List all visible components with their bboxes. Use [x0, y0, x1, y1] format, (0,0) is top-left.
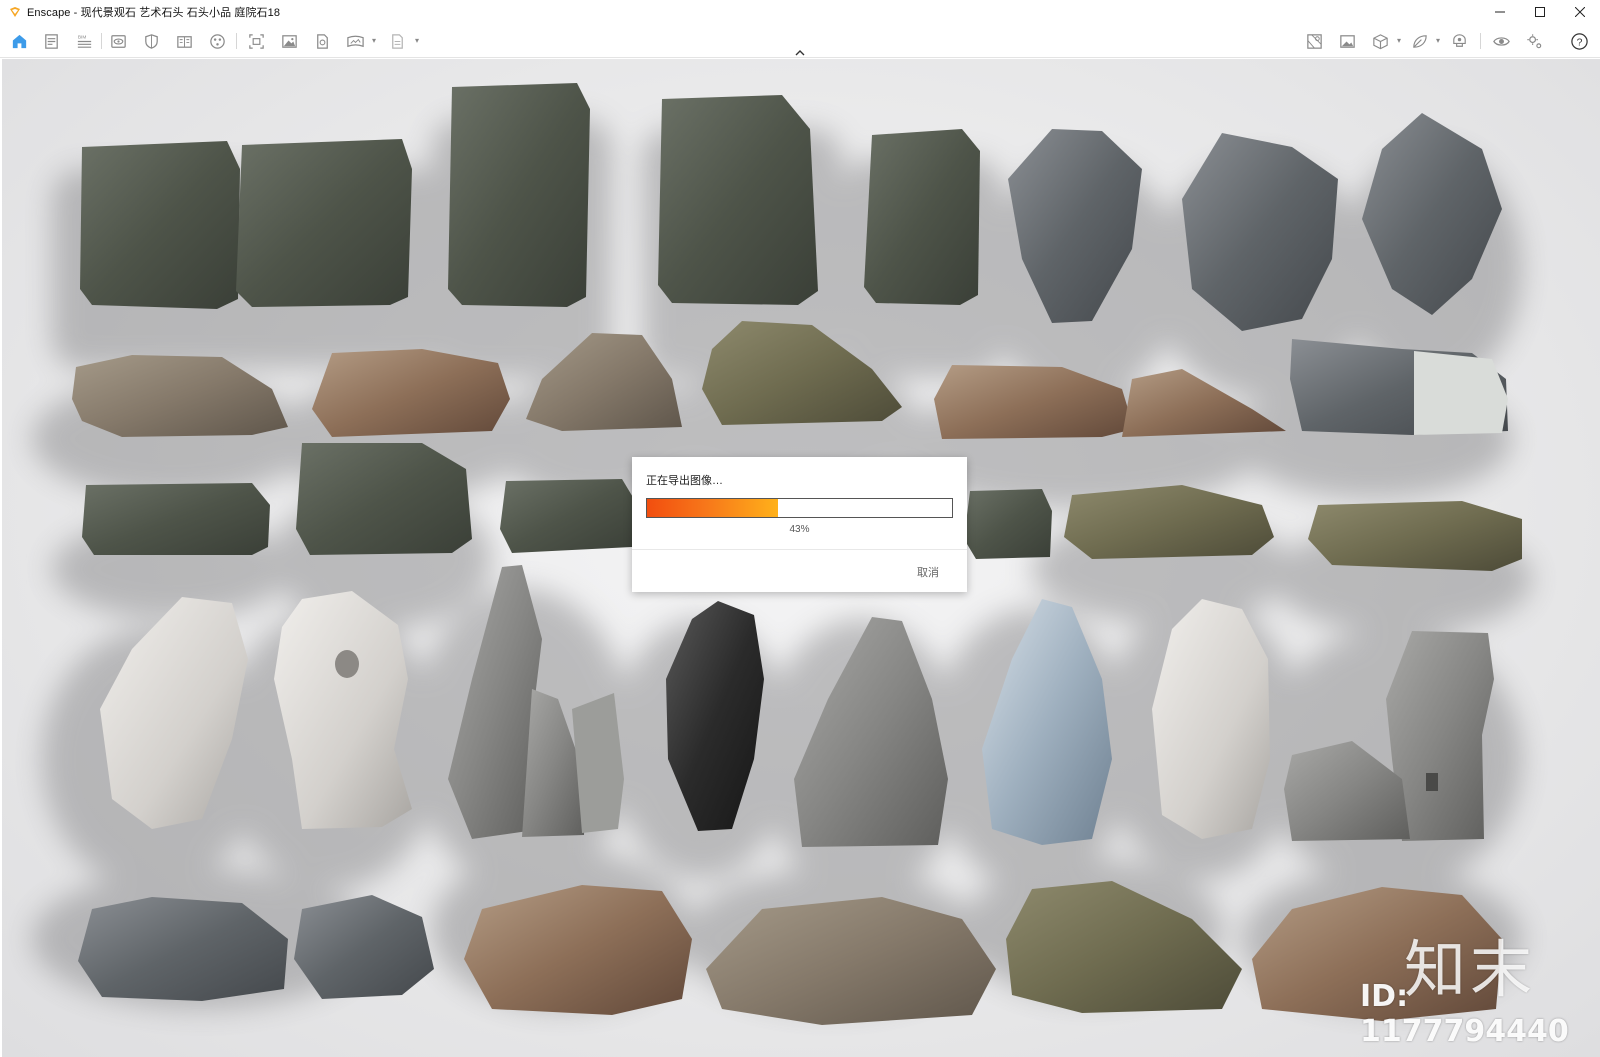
eye-view-icon[interactable]	[107, 31, 129, 51]
screenshot-icon[interactable]	[245, 31, 267, 51]
maximize-button[interactable]	[1520, 0, 1560, 24]
cube-icon[interactable]	[1369, 31, 1391, 51]
map-icon[interactable]	[1303, 31, 1325, 51]
panorama-icon[interactable]	[344, 31, 366, 51]
enscape-logo-icon	[9, 6, 21, 18]
title-bar: Enscape - 现代景观石 艺术石头 石头小品 庭院石18	[0, 0, 1600, 24]
progress-bar	[646, 498, 953, 518]
file-export-icon[interactable]	[311, 31, 333, 51]
cancel-button[interactable]: 取消	[917, 564, 939, 580]
chevron-down-icon[interactable]: ▾	[370, 35, 378, 45]
export-progress-dialog: 正在导出图像… 43% 取消	[632, 457, 967, 592]
chevron-down-icon[interactable]: ▾	[1395, 35, 1403, 45]
vr-headset-icon[interactable]	[1448, 31, 1470, 51]
image-icon[interactable]	[278, 31, 300, 51]
minimize-button[interactable]	[1480, 0, 1520, 24]
chevron-down-icon[interactable]: ▾	[413, 35, 421, 45]
help-glyph: ?	[1576, 37, 1582, 48]
toolbar-separator	[236, 33, 237, 49]
watermark-id: ID: 1177794440	[1360, 979, 1569, 1049]
collapse-toolbar-chevron-up-icon[interactable]	[792, 46, 808, 58]
leaf-icon[interactable]	[1408, 31, 1430, 51]
home-icon[interactable]	[8, 31, 30, 51]
window-title: Enscape - 现代景观石 艺术石头 石头小品 庭院石18	[27, 7, 281, 19]
toolbar-separator	[101, 33, 102, 49]
gallery-icon[interactable]	[1336, 31, 1358, 51]
close-button[interactable]	[1560, 0, 1600, 24]
visibility-icon[interactable]	[1490, 31, 1512, 51]
palette-icon[interactable]	[206, 31, 228, 51]
dialog-divider	[632, 549, 967, 550]
window-controls	[1480, 0, 1600, 24]
progress-fill	[647, 499, 779, 517]
help-icon[interactable]: ?	[1568, 31, 1590, 51]
bim-icon[interactable]: BIM	[73, 31, 95, 51]
shield-icon[interactable]	[140, 31, 162, 51]
progress-percent-label: 43%	[789, 524, 810, 535]
toolbar-separator	[1480, 33, 1481, 49]
svg-text:BIM: BIM	[77, 34, 85, 40]
chevron-down-icon[interactable]: ▾	[1434, 35, 1442, 45]
book-icon[interactable]	[173, 31, 195, 51]
settings-icon[interactable]	[1523, 31, 1545, 51]
dialog-title: 正在导出图像…	[646, 475, 723, 487]
batch-export-icon[interactable]	[386, 31, 408, 51]
document-icon[interactable]	[40, 31, 62, 51]
rock-row-1	[80, 83, 1502, 331]
